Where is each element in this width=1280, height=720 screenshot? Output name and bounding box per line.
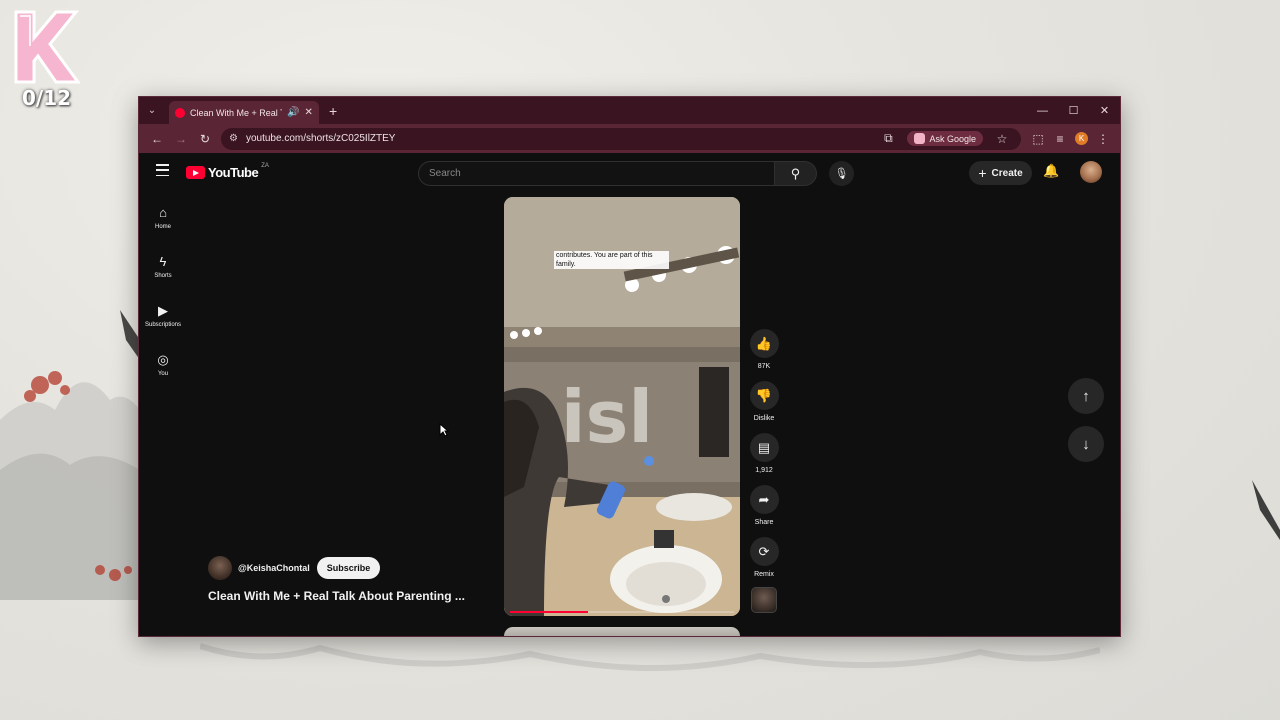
- short-actions: 👍 87K 👎 Dislike ▤ 1,912 ➦ Share ⟳ Remix: [749, 329, 779, 589]
- guide-label: Home: [154, 223, 171, 230]
- active-tab[interactable]: Clean With Me + Real Talk A 🔊 ✕: [169, 101, 319, 124]
- home-icon: ⌂: [159, 204, 167, 220]
- next-short-preview[interactable]: [504, 627, 740, 636]
- shorts-icon: ϟ: [159, 253, 167, 269]
- subscribe-button[interactable]: Subscribe: [316, 557, 381, 579]
- share-action[interactable]: ➦ Share: [749, 485, 779, 537]
- remix-label: Remix: [754, 571, 774, 578]
- remix-action[interactable]: ⟳ Remix: [749, 537, 779, 589]
- share-label: Share: [754, 519, 774, 526]
- address-bar[interactable]: ⚙ youtube.com/shorts/zC025IlZTEY ⧉ Ask G…: [221, 127, 1021, 150]
- close-tab-icon[interactable]: ✕: [304, 107, 312, 118]
- lens-icon: [914, 133, 926, 144]
- extensions-icon[interactable]: ⬚: [1027, 132, 1049, 146]
- ask-google-label: Ask Google: [929, 133, 976, 144]
- youtube-logo[interactable]: YouTube ZA: [186, 162, 269, 180]
- url-text[interactable]: youtube.com/shorts/zC025IlZTEY: [246, 133, 870, 144]
- ask-google-button[interactable]: Ask Google: [907, 131, 983, 146]
- guide-sidebar: ⌂ Home ϟ Shorts ▶ Subscriptions ◎ You: [139, 193, 187, 389]
- account-avatar[interactable]: [1080, 161, 1102, 183]
- youtube-wordmark: YouTube: [208, 165, 259, 180]
- youtube-favicon-icon: [175, 107, 185, 118]
- guide-item-subscriptions[interactable]: ▶ Subscriptions: [139, 291, 187, 340]
- browser-menu-icon[interactable]: ⋮: [1092, 132, 1114, 146]
- wallpaper-mountains-left: [0, 310, 140, 600]
- create-label: Create: [991, 167, 1023, 179]
- video-caption: contributes. You are part of this family…: [554, 251, 669, 269]
- tab-strip: ⌄ Clean With Me + Real Talk A 🔊 ✕ + — ☐ …: [139, 97, 1120, 124]
- like-action[interactable]: 👍 87K: [749, 329, 779, 381]
- guide-item-you[interactable]: ◎ You: [139, 340, 187, 389]
- youtube-play-icon: [186, 166, 205, 179]
- subscriptions-icon: ▶: [158, 302, 168, 318]
- reload-icon[interactable]: ↻: [193, 128, 217, 150]
- search-icon[interactable]: ⚲: [775, 161, 817, 186]
- you-icon: ◎: [157, 351, 169, 367]
- k-logo-icon: [14, 10, 80, 84]
- sound-thumbnail[interactable]: [751, 587, 777, 613]
- wallpaper-boat-right: [1252, 480, 1280, 540]
- create-button[interactable]: + Create: [969, 161, 1032, 185]
- guide-item-home[interactable]: ⌂ Home: [139, 193, 187, 242]
- search-input[interactable]: Search: [418, 161, 775, 186]
- notifications-bell-icon[interactable]: 🔔: [1043, 163, 1059, 179]
- comment-icon[interactable]: ▤: [749, 433, 779, 462]
- menu-icon[interactable]: [156, 164, 169, 176]
- progress-counter: 0/12: [22, 86, 72, 110]
- microphone-icon[interactable]: 🎙: [829, 161, 854, 186]
- dislike-icon[interactable]: 👎: [749, 381, 779, 410]
- previous-short-arrow-icon[interactable]: ↑: [1068, 378, 1104, 414]
- youtube-page: YouTube ZA Search ⚲ 🎙 + Create 🔔 ⌂ Home …: [139, 153, 1120, 636]
- site-info-icon[interactable]: ⚙: [229, 133, 238, 144]
- wallpaper-reflection: [200, 643, 1100, 671]
- like-count: 87K: [757, 363, 771, 370]
- guide-label: Subscriptions: [144, 321, 182, 328]
- channel-name[interactable]: @KeishaChontal: [238, 563, 310, 573]
- media-controls-icon[interactable]: ≡: [1049, 132, 1071, 146]
- maximize-icon[interactable]: ☐: [1058, 97, 1089, 124]
- guide-label: Shorts: [154, 272, 172, 279]
- youtube-header: YouTube ZA Search ⚲ 🎙 + Create 🔔: [139, 153, 1120, 193]
- dislike-action[interactable]: 👎 Dislike: [749, 381, 779, 433]
- browser-window: ⌄ Clean With Me + Real Talk A 🔊 ✕ + — ☐ …: [138, 96, 1121, 637]
- channel-row: @KeishaChontal Subscribe: [208, 556, 381, 580]
- dislike-label: Dislike: [753, 415, 775, 422]
- close-window-icon[interactable]: ✕: [1089, 97, 1120, 124]
- like-icon[interactable]: 👍: [749, 329, 779, 358]
- next-short-arrow-icon[interactable]: ↓: [1068, 426, 1104, 462]
- video-progress-bar[interactable]: [510, 611, 734, 613]
- short-video-player[interactable]: eisl contributes. You are part of this f…: [504, 197, 740, 616]
- country-code: ZA: [261, 162, 269, 169]
- bookmark-star-icon[interactable]: ☆: [991, 132, 1013, 146]
- install-app-icon[interactable]: ⧉: [877, 131, 899, 146]
- tab-search-icon[interactable]: ⌄: [144, 103, 160, 119]
- comment-action[interactable]: ▤ 1,912: [749, 433, 779, 485]
- forward-icon[interactable]: →: [169, 128, 193, 150]
- channel-avatar[interactable]: [208, 556, 232, 580]
- plus-icon: +: [978, 165, 987, 181]
- guide-item-shorts[interactable]: ϟ Shorts: [139, 242, 187, 291]
- comment-count: 1,912: [755, 467, 773, 474]
- video-progress-fill: [510, 611, 589, 613]
- shorts-navigation: ↑ ↓: [1068, 378, 1104, 474]
- short-title[interactable]: Clean With Me + Real Talk About Parentin…: [208, 589, 465, 603]
- share-icon[interactable]: ➦: [749, 485, 779, 514]
- minimize-icon[interactable]: —: [1027, 97, 1058, 124]
- speaker-icon[interactable]: 🔊: [287, 107, 299, 118]
- window-controls: — ☐ ✕: [1027, 97, 1120, 124]
- browser-toolbar: ← → ↻ ⚙ youtube.com/shorts/zC025IlZTEY ⧉…: [139, 124, 1120, 153]
- back-icon[interactable]: ←: [145, 128, 169, 150]
- tab-title: Clean With Me + Real Talk A: [190, 107, 282, 118]
- guide-label: You: [157, 370, 169, 377]
- browser-profile-avatar[interactable]: K: [1075, 132, 1088, 145]
- remix-icon[interactable]: ⟳: [749, 537, 779, 566]
- new-tab-icon[interactable]: +: [329, 103, 337, 119]
